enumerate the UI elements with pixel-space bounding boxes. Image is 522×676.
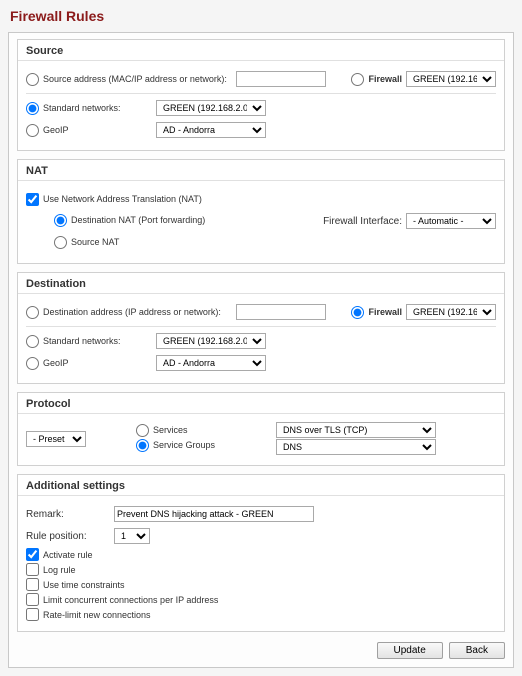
protocol-section: Protocol - Preset - Services Service Gro… xyxy=(17,392,505,466)
use-nat-label: Use Network Address Translation (NAT) xyxy=(43,194,202,204)
nat-section: NAT Use Network Address Translation (NAT… xyxy=(17,159,505,264)
source-firewall-select[interactable]: GREEN (192.168.2.1) xyxy=(406,71,496,87)
dest-address-radio[interactable] xyxy=(26,306,39,319)
protocol-select-bottom[interactable]: DNS xyxy=(276,439,436,455)
activate-rule-label: Activate rule xyxy=(43,550,93,560)
protocol-heading: Protocol xyxy=(18,393,504,414)
source-heading: Source xyxy=(18,40,504,61)
services-label: Services xyxy=(153,425,188,435)
rule-position-label: Rule position: xyxy=(26,531,114,542)
firewall-interface-label: Firewall Interface: xyxy=(323,216,402,227)
log-rule-label: Log rule xyxy=(43,565,76,575)
dest-firewall-label: Firewall xyxy=(368,307,402,317)
dest-geoip-select[interactable]: AD - Andorra xyxy=(156,355,266,371)
dest-firewall-select[interactable]: GREEN (192.168.2.1) xyxy=(406,304,496,320)
source-geoip-radio[interactable] xyxy=(26,124,39,137)
additional-heading: Additional settings xyxy=(18,475,504,496)
service-groups-label: Service Groups xyxy=(153,440,215,450)
source-firewall-label: Firewall xyxy=(368,74,402,84)
time-constraints-label: Use time constraints xyxy=(43,580,125,590)
snat-label: Source NAT xyxy=(71,237,119,247)
dest-standard-label: Standard networks: xyxy=(43,336,121,346)
limit-conn-checkbox[interactable] xyxy=(26,593,39,606)
rule-form: Source Source address (MAC/IP address or… xyxy=(8,32,514,668)
rule-position-select[interactable]: 1 xyxy=(114,528,150,544)
activate-rule-checkbox[interactable] xyxy=(26,548,39,561)
source-address-label: Source address (MAC/IP address or networ… xyxy=(43,74,227,84)
source-address-input[interactable] xyxy=(236,71,326,87)
destination-section: Destination Destination address (IP addr… xyxy=(17,272,505,384)
source-geoip-label: GeoIP xyxy=(43,125,69,135)
dnat-radio[interactable] xyxy=(54,214,67,227)
update-button[interactable]: Update xyxy=(377,642,443,659)
rate-limit-label: Rate-limit new connections xyxy=(43,610,151,620)
dest-address-label: Destination address (IP address or netwo… xyxy=(43,307,221,317)
dest-standard-select[interactable]: GREEN (192.168.2.0/24) xyxy=(156,333,266,349)
protocol-preset-select[interactable]: - Preset - xyxy=(26,431,86,447)
back-button[interactable]: Back xyxy=(449,642,505,659)
remark-label: Remark: xyxy=(26,509,114,520)
source-firewall-radio[interactable] xyxy=(351,73,364,86)
source-standard-label: Standard networks: xyxy=(43,103,121,113)
limit-conn-label: Limit concurrent connections per IP addr… xyxy=(43,595,218,605)
source-standard-select[interactable]: GREEN (192.168.2.0/24) xyxy=(156,100,266,116)
dest-geoip-label: GeoIP xyxy=(43,358,69,368)
snat-radio[interactable] xyxy=(54,236,67,249)
page-title: Firewall Rules xyxy=(10,8,514,24)
firewall-interface-select[interactable]: - Automatic - xyxy=(406,213,496,229)
dnat-label: Destination NAT (Port forwarding) xyxy=(71,215,205,225)
destination-heading: Destination xyxy=(18,273,504,294)
time-constraints-checkbox[interactable] xyxy=(26,578,39,591)
source-standard-radio[interactable] xyxy=(26,102,39,115)
nat-heading: NAT xyxy=(18,160,504,181)
source-address-radio[interactable] xyxy=(26,73,39,86)
use-nat-checkbox[interactable] xyxy=(26,193,39,206)
source-section: Source Source address (MAC/IP address or… xyxy=(17,39,505,151)
services-radio[interactable] xyxy=(136,424,149,437)
additional-section: Additional settings Remark: Rule positio… xyxy=(17,474,505,632)
button-bar: Update Back xyxy=(17,638,505,659)
service-groups-radio[interactable] xyxy=(136,439,149,452)
log-rule-checkbox[interactable] xyxy=(26,563,39,576)
dest-firewall-radio[interactable] xyxy=(351,306,364,319)
dest-geoip-radio[interactable] xyxy=(26,357,39,370)
dest-standard-radio[interactable] xyxy=(26,335,39,348)
remark-input[interactable] xyxy=(114,506,314,522)
dest-address-input[interactable] xyxy=(236,304,326,320)
protocol-select-top[interactable]: DNS over TLS (TCP) xyxy=(276,422,436,438)
rate-limit-checkbox[interactable] xyxy=(26,608,39,621)
source-geoip-select[interactable]: AD - Andorra xyxy=(156,122,266,138)
